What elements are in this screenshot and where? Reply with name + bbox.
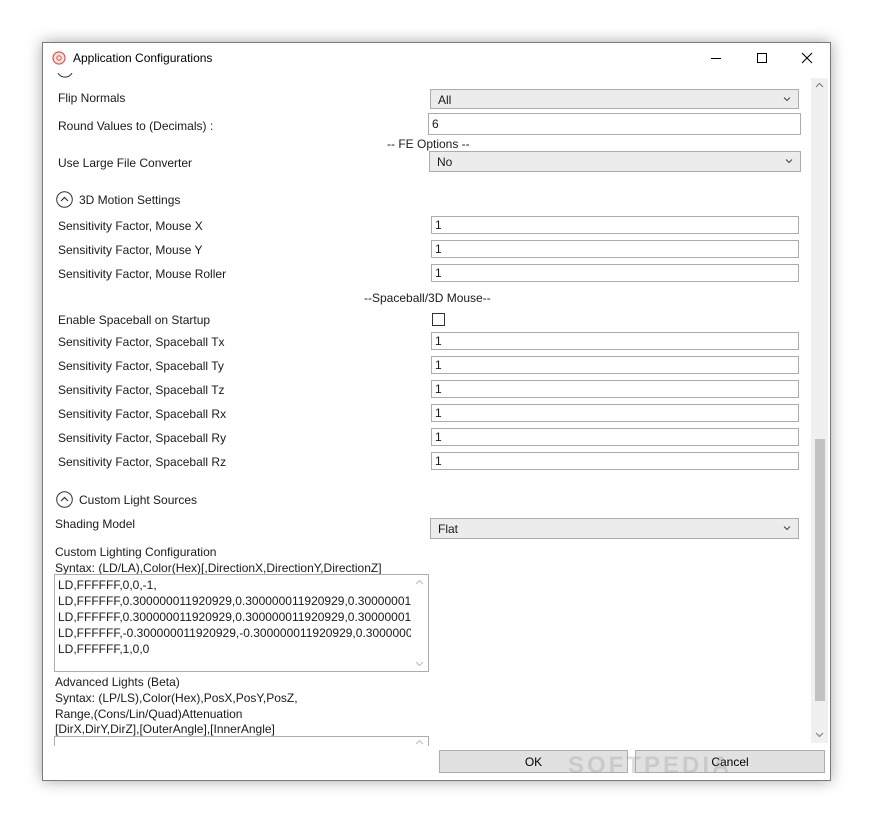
window-title: Application Configurations xyxy=(73,51,213,65)
mouse-x-label: Sensitivity Factor, Mouse X xyxy=(58,219,203,233)
flip-normals-label: Flip Normals xyxy=(58,91,126,105)
custom-lighting-syntax: Syntax: (LD/LA),Color(Hex)[,DirectionX,D… xyxy=(55,561,382,575)
spaceball-ry-input[interactable]: 1 xyxy=(431,428,799,446)
advanced-syntax-line: Range,(Cons/Lin/Quad)Attenuation xyxy=(55,707,243,721)
maximize-button[interactable] xyxy=(739,43,785,73)
spaceball-tx-value: 1 xyxy=(435,334,442,348)
chevron-down-icon xyxy=(785,159,793,164)
shading-model-value: Flat xyxy=(438,522,459,536)
enable-spaceball-label: Enable Spaceball on Startup xyxy=(58,313,211,327)
spaceball-rx-value: 1 xyxy=(435,406,442,420)
flip-normals-value: All xyxy=(438,93,452,107)
round-values-input[interactable]: 6 xyxy=(428,113,801,135)
textarea-scrollbar[interactable] xyxy=(411,575,428,671)
spaceball-header: --Spaceball/3D Mouse-- xyxy=(364,291,491,305)
mouse-y-input[interactable]: 1 xyxy=(431,240,799,258)
motion-section-title: 3D Motion Settings xyxy=(79,193,181,207)
scroll-up-icon[interactable] xyxy=(815,82,824,88)
spaceball-tz-input[interactable]: 1 xyxy=(431,380,799,398)
large-file-converter-value: No xyxy=(437,155,453,169)
advanced-lights-label: Advanced Lights (Beta) xyxy=(55,675,180,689)
close-icon xyxy=(801,52,813,64)
textarea-line: LD,FFFFFF,-0.300000011920929,-0.30000001… xyxy=(58,626,429,640)
large-file-converter-select[interactable]: No xyxy=(429,151,801,172)
spaceball-rx-input[interactable]: 1 xyxy=(431,404,799,422)
enable-spaceball-checkbox[interactable] xyxy=(432,313,445,326)
softpedia-watermark: SOFTPEDIA xyxy=(568,752,733,779)
custom-lighting-textarea[interactable]: LD,FFFFFF,0,0,-1, LD,FFFFFF,0.3000000119… xyxy=(54,574,429,672)
spaceball-ty-value: 1 xyxy=(435,358,442,372)
collapse-chevron-icon xyxy=(57,73,73,78)
spaceball-tx-input[interactable]: 1 xyxy=(431,332,799,350)
maximize-icon xyxy=(757,53,767,63)
collapse-lights-icon[interactable] xyxy=(56,491,73,508)
title-bar: Application Configurations xyxy=(43,43,830,73)
advanced-syntax-line: Syntax: (LP/LS),Color(Hex),PosX,PosY,Pos… xyxy=(55,691,298,705)
spaceball-tz-label: Sensitivity Factor, Spaceball Tz xyxy=(58,383,225,397)
spaceball-ty-label: Sensitivity Factor, Spaceball Ty xyxy=(58,359,224,373)
large-file-converter-label: Use Large File Converter xyxy=(58,156,193,170)
spaceball-ty-input[interactable]: 1 xyxy=(431,356,799,374)
mouse-y-value: 1 xyxy=(435,242,442,256)
custom-lighting-label: Custom Lighting Configuration xyxy=(55,545,217,559)
mouse-x-value: 1 xyxy=(435,218,442,232)
close-button[interactable] xyxy=(784,43,830,73)
shading-model-label: Shading Model xyxy=(55,517,136,531)
mouse-roller-value: 1 xyxy=(435,266,442,280)
spaceball-rz-input[interactable]: 1 xyxy=(431,452,799,470)
advanced-syntax-line: [DirX,DirY,DirZ],[OuterAngle],[InnerAngl… xyxy=(55,722,275,736)
spaceball-tx-label: Sensitivity Factor, Spaceball Tx xyxy=(58,335,225,349)
textarea-line: LD,FFFFFF,0,0,-1, xyxy=(58,578,157,592)
mouse-y-label: Sensitivity Factor, Mouse Y xyxy=(58,243,203,257)
chevron-down-icon xyxy=(783,526,791,531)
minimize-icon xyxy=(711,58,721,59)
lights-section-title: Custom Light Sources xyxy=(79,493,198,507)
fe-options-header: -- FE Options -- xyxy=(387,137,470,151)
spaceball-rz-label: Sensitivity Factor, Spaceball Rz xyxy=(58,455,227,469)
application-configurations-dialog: Application Configurations Flip Normals … xyxy=(42,42,831,781)
advanced-lights-textarea[interactable] xyxy=(54,736,429,746)
flip-normals-select[interactable]: All xyxy=(430,89,799,109)
scrollbar-thumb[interactable] xyxy=(815,439,825,701)
textarea-line: LD,FFFFFF,1,0,0 xyxy=(58,642,150,656)
textarea-line: LD,FFFFFF,0.300000011920929,0.3000000119… xyxy=(58,610,429,624)
spaceball-tz-value: 1 xyxy=(435,382,442,396)
spaceball-ry-label: Sensitivity Factor, Spaceball Ry xyxy=(58,431,227,445)
spaceball-rz-value: 1 xyxy=(435,454,442,468)
mouse-x-input[interactable]: 1 xyxy=(431,216,799,234)
app-icon xyxy=(52,51,66,65)
round-values-value: 6 xyxy=(432,117,439,131)
round-values-label: Round Values to (Decimals) : xyxy=(58,119,214,133)
main-scrollbar[interactable] xyxy=(811,78,828,743)
mouse-roller-label: Sensitivity Factor, Mouse Roller xyxy=(58,267,227,281)
textarea-line: LD,FFFFFF,0.300000011920929,0.3000000119… xyxy=(58,594,429,608)
scroll-down-icon[interactable] xyxy=(815,732,824,738)
shading-model-select[interactable]: Flat xyxy=(430,518,799,539)
chevron-down-icon xyxy=(783,97,791,102)
spaceball-rx-label: Sensitivity Factor, Spaceball Rx xyxy=(58,407,227,421)
scroll-down-icon[interactable] xyxy=(415,661,424,667)
scroll-up-icon[interactable] xyxy=(415,739,424,745)
scroll-up-icon[interactable] xyxy=(415,579,424,585)
mouse-roller-input[interactable]: 1 xyxy=(431,264,799,282)
collapse-motion-icon[interactable] xyxy=(56,191,73,208)
spaceball-ry-value: 1 xyxy=(435,430,442,444)
minimize-button[interactable] xyxy=(693,43,739,73)
